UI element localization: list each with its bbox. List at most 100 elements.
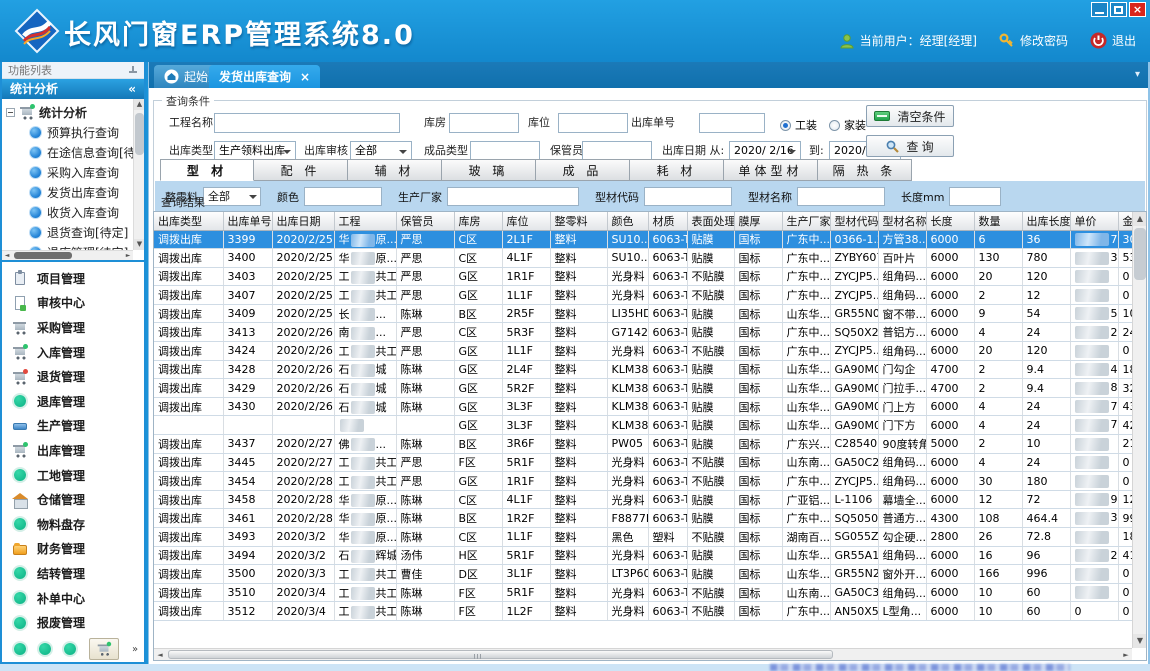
table-row[interactable]: 调拨出库34292020/2/26石城陈琳G区5R2F整料KLM38176063…	[154, 379, 1132, 398]
sidebar-item-仓储管理[interactable]: 仓储管理	[2, 487, 144, 512]
keeper-input[interactable]	[582, 141, 652, 161]
warehouse-input[interactable]	[449, 113, 519, 133]
table-horizontal-scrollbar[interactable]: ◄ ►	[154, 648, 1132, 660]
profile-code-input[interactable]	[644, 187, 732, 206]
column-header-表面处理[interactable]: 表面处理	[687, 212, 734, 230]
column-header-出库类型[interactable]: 出库类型	[154, 212, 223, 230]
table-row[interactable]: 调拨出库34132020/2/26南...严思C区5R3F整料G71422606…	[154, 323, 1132, 342]
location-input[interactable]	[558, 113, 628, 133]
tree-item[interactable]: 退库管理[待定]	[2, 242, 133, 250]
length-input[interactable]	[949, 187, 1001, 206]
sidebar-item-出库管理[interactable]: 出库管理	[2, 438, 144, 463]
tree-item[interactable]: 退货查询[待定]	[2, 222, 133, 242]
search-button[interactable]: 查 询	[866, 135, 954, 157]
column-header-数量[interactable]: 数量	[974, 212, 1022, 230]
sidebar-item-结转管理[interactable]: 结转管理	[2, 561, 144, 586]
material-tab-单体型材[interactable]: 单体型材	[724, 159, 818, 181]
radio-jiazhuang[interactable]	[829, 120, 840, 131]
table-row[interactable]: 调拨出库34372020/2/27佛...陈琳B区3R6F整料PW056063-…	[154, 435, 1132, 454]
sidebar-section-header[interactable]: 统计分析 «	[2, 79, 144, 99]
material-tab-配件[interactable]: 配 件	[254, 159, 348, 181]
scroll-right-icon[interactable]: ►	[1120, 649, 1132, 661]
tab-shipping-outbound-query[interactable]: 发货出库查询 ×	[209, 65, 320, 88]
tab-close-icon[interactable]: ×	[300, 70, 310, 84]
material-tab-辅材[interactable]: 辅 材	[348, 159, 442, 181]
material-tab-型材[interactable]: 型 材	[160, 159, 254, 181]
sidebar-item-生产管理[interactable]: 生产管理	[2, 414, 144, 439]
tree-item[interactable]: 发货出库查询	[2, 182, 133, 202]
scrollbar-thumb[interactable]	[168, 650, 833, 659]
material-tab-隔热条[interactable]: 隔 热 条	[818, 159, 912, 181]
sidebar-item-采购管理[interactable]: 采购管理	[2, 315, 144, 340]
table-row[interactable]: 调拨出库34452020/2/27工共工程严思F区5R1F整料光身料6063-T…	[154, 453, 1132, 472]
column-header-出库长度[interactable]: 出库长度	[1022, 212, 1070, 230]
minimize-button[interactable]	[1091, 2, 1108, 17]
material-tab-耗材[interactable]: 耗 材	[630, 159, 724, 181]
scroll-down-icon[interactable]: ▼	[134, 239, 144, 250]
factory-input[interactable]	[447, 187, 579, 206]
table-row[interactable]: 调拨出库34032020/2/25工共工程严思G区1R1F整料光身料6063-T…	[154, 267, 1132, 286]
column-header-型材名称[interactable]: 型材名称	[878, 212, 926, 230]
column-header-单价[interactable]: 单价	[1070, 212, 1118, 230]
scroll-left-icon[interactable]: ◄	[154, 649, 166, 661]
scroll-left-icon[interactable]: ◄	[2, 251, 12, 261]
scrollbar-thumb[interactable]	[14, 252, 72, 259]
audit-select[interactable]: 全部	[350, 141, 412, 161]
table-row[interactable]: 调拨出库34072020/2/25工共工程严思G区1L1F整料光身料6063-T…	[154, 286, 1132, 305]
column-header-工程[interactable]: 工程	[334, 212, 396, 230]
scrollbar-thumb[interactable]	[1134, 228, 1146, 280]
color-input[interactable]	[304, 187, 382, 206]
quick-dot-button[interactable]	[64, 643, 76, 655]
pin-icon[interactable]	[129, 66, 137, 74]
radio-gongzhuang[interactable]	[780, 120, 791, 131]
column-header-颜色[interactable]: 颜色	[607, 212, 648, 230]
scroll-up-icon[interactable]: ▲	[134, 99, 144, 110]
product-type-input[interactable]	[470, 141, 540, 161]
table-row[interactable]: 调拨出库33992020/2/25华原...严思C区2L1F整料SU10...6…	[154, 230, 1132, 249]
sidebar-item-审核中心[interactable]: 审核中心	[2, 291, 144, 316]
table-row[interactable]: 调拨出库34092020/2/25长...陈琳B区2R5F整料LI35HD606…	[154, 304, 1132, 323]
column-header-库位[interactable]: 库位	[502, 212, 550, 230]
tree-item[interactable]: 在途信息查询[待	[2, 142, 133, 162]
table-row[interactable]: 调拨出库35122020/3/4工共工程陈琳F区1L2F整料光身料6063-T5…	[154, 602, 1132, 621]
column-header-金[interactable]: 金	[1118, 212, 1132, 230]
tree-item[interactable]: 收货入库查询	[2, 202, 133, 222]
cart-shortcut-button[interactable]	[89, 638, 119, 660]
sidebar-item-退货管理[interactable]: 退货管理	[2, 364, 144, 389]
change-password-button[interactable]: 修改密码	[999, 32, 1068, 49]
project-name-input[interactable]	[214, 113, 400, 133]
table-row[interactable]: 调拨出库34302020/2/26石城陈琳G区3L3F整料KLM38176063…	[154, 397, 1132, 416]
table-row[interactable]: 调拨出库34612020/2/28华原...陈琳B区1R2F整料F8877FT6…	[154, 509, 1132, 528]
whole-part-select[interactable]: 全部	[203, 187, 261, 206]
sidebar-item-补单中心[interactable]: 补单中心	[2, 586, 144, 611]
column-header-保管员[interactable]: 保管员	[396, 212, 454, 230]
tree-vertical-scrollbar[interactable]: ▲ ▼	[133, 99, 144, 250]
scroll-right-icon[interactable]: ►	[123, 251, 133, 261]
sidebar-item-财务管理[interactable]: 财务管理	[2, 537, 144, 562]
column-header-整零料[interactable]: 整零料	[550, 212, 607, 230]
column-header-出库日期[interactable]: 出库日期	[272, 212, 334, 230]
tree-item[interactable]: 采购入库查询	[2, 162, 133, 182]
sidebar-item-物料盘存[interactable]: 物料盘存	[2, 512, 144, 537]
table-row[interactable]: 调拨出库34942020/3/2石辉城汤伟H区5R1F整料光身料6063-T5贴…	[154, 546, 1132, 565]
table-row[interactable]: 调拨出库34582020/2/28华原...陈琳C区4L1F整料光身料6063-…	[154, 490, 1132, 509]
table-row[interactable]: 调拨出库34932020/3/2华原...陈琳C区1L1F整料黑色塑料不贴膜国标…	[154, 528, 1132, 547]
close-button[interactable]: ×	[1129, 2, 1146, 17]
out-type-select[interactable]: 生产领料出库	[214, 141, 296, 161]
table-row[interactable]: 调拨出库34542020/2/28工共工程严思G区1R1F整料光身料6063-T…	[154, 472, 1132, 491]
column-header-型材代码[interactable]: 型材代码	[830, 212, 878, 230]
logout-button[interactable]: 退出	[1090, 32, 1136, 49]
material-tab-玻璃[interactable]: 玻 璃	[442, 159, 536, 181]
quick-dot-button[interactable]	[14, 643, 26, 655]
maximize-button[interactable]	[1110, 2, 1127, 17]
quick-dot-button[interactable]	[39, 643, 51, 655]
column-header-库房[interactable]: 库房	[454, 212, 502, 230]
table-row[interactable]: 调拨出库34002020/2/25华原...严思C区4L1F整料SU10...6…	[154, 249, 1132, 268]
tree-root[interactable]: 统计分析	[2, 102, 133, 122]
tree-collapse-icon[interactable]	[6, 108, 15, 117]
table-row[interactable]: 调拨出库35102020/3/4工共工程陈琳F区5R1F整料光身料6063-T5…	[154, 583, 1132, 602]
tree-item[interactable]: 预算执行查询	[2, 122, 133, 142]
column-header-长度[interactable]: 长度	[926, 212, 974, 230]
column-header-材质[interactable]: 材质	[648, 212, 687, 230]
table-row[interactable]: 调拨出库34282020/2/26石城陈琳G区2L4F整料KLM38176063…	[154, 360, 1132, 379]
